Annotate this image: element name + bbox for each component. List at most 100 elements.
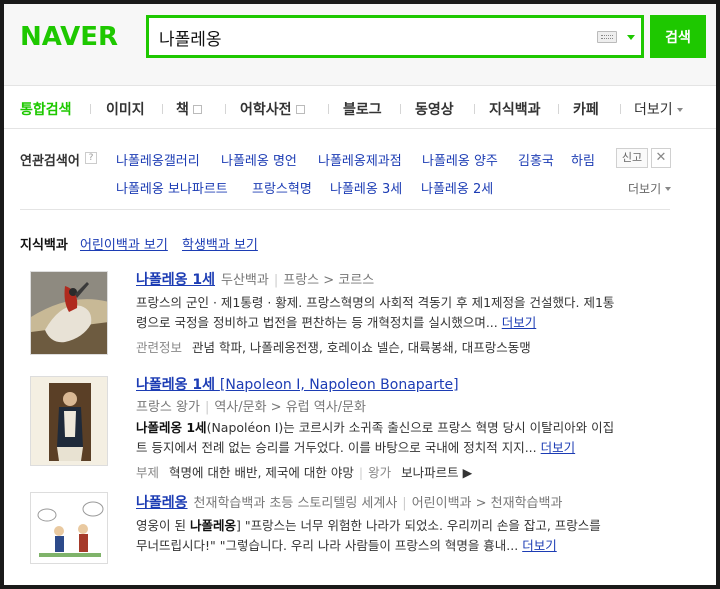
result-more-link[interactable]: 더보기: [502, 315, 537, 330]
result-desc-highlight: 나폴레옹 1세: [136, 420, 207, 435]
tab-divider: [328, 104, 329, 114]
kids-encyclopedia-link[interactable]: 어린이백과 보기: [80, 238, 168, 253]
related-link[interactable]: 하림: [571, 150, 595, 169]
dynasty-label: 왕가: [368, 465, 392, 480]
tab-divider: [400, 104, 401, 114]
result-title-line: 나폴레옹 1세 [Napoleon I, Napoleon Bonaparte]: [136, 374, 459, 394]
result-more-link[interactable]: 더보기: [541, 440, 576, 455]
result-description: 영웅이 된 나폴레옹] "프랑스는 너무 위험한 나라가 되었소. 우리끼리 손…: [136, 516, 666, 556]
tab-more-label: 더보기: [634, 102, 673, 118]
result-related-info: 관련정보 관념 학파, 나폴레옹전쟁, 호레이쇼 넬슨, 대륙봉쇄, 대프랑스동맹: [136, 337, 531, 356]
section-title: 지식백과: [20, 238, 68, 253]
portrait-image: [31, 377, 107, 465]
napoleon-crossing-alps-thumbnail[interactable]: [30, 271, 108, 355]
result-source[interactable]: 프랑스 왕가: [136, 400, 200, 415]
result-desc-line2: 트 등지에서 전례 없는 승리를 거두었다. 이를 바탕으로 국내에 정치적 지…: [136, 440, 537, 455]
result-path[interactable]: 어린이백과 > 천재학습백과: [412, 496, 563, 511]
tab-dictionary-label: 어학사전: [240, 102, 292, 118]
browser-page: NAVER 검색 통합검색 이미지 책 어학사전 블로그 동영상 지식백과 카페…: [4, 4, 716, 585]
result-desc-highlight: 나폴레옹: [189, 518, 236, 533]
related-link[interactable]: 나폴레옹 보나파르트: [116, 178, 228, 197]
subtitle-text[interactable]: 혁명에 대한 배반, 제국에 대한 야망: [169, 465, 354, 480]
subtitle-label: 부제: [136, 465, 160, 480]
keyboard-icon[interactable]: [597, 31, 617, 43]
encyclopedia-result: 나폴레옹 1세 [Napoleon I, Napoleon Bonaparte]…: [20, 374, 670, 481]
tab-divider: [558, 104, 559, 114]
related-link[interactable]: 나폴레옹갤러리: [116, 150, 200, 169]
new-window-icon: [295, 105, 305, 114]
encyclopedia-section-header: 지식백과 어린이백과 보기 학생백과 보기: [20, 234, 268, 253]
result-title-line: 나폴레옹 1세 두산백과 | 프랑스 > 코르스: [136, 269, 374, 289]
result-desc-line1: ] "프랑스는 너무 위험한 나라가 되었소. 우리끼리 손을 잡고, 프랑스를: [235, 518, 601, 533]
result-more-link[interactable]: 더보기: [522, 538, 557, 553]
tab-blog[interactable]: 블로그: [343, 99, 382, 119]
chevron-down-icon: [665, 187, 672, 191]
tab-divider: [225, 104, 226, 114]
result-path[interactable]: 프랑스 > 코르스: [283, 273, 374, 288]
related-link[interactable]: 나폴레옹 2세: [421, 178, 493, 197]
student-encyclopedia-link[interactable]: 학생백과 보기: [182, 238, 258, 253]
related-more-label: 더보기: [628, 182, 662, 196]
result-desc-line1: 프랑스의 군인 · 제1통령 · 황제. 프랑스혁명의 사회적 격동기 후 제1…: [136, 295, 615, 310]
related-link[interactable]: 나폴레옹제과점: [318, 150, 402, 169]
search-tabs: 통합검색 이미지 책 어학사전 블로그 동영상 지식백과 카페 더보기: [4, 87, 716, 129]
related-link[interactable]: 나폴레옹 양주: [422, 150, 498, 169]
result-title-link[interactable]: 나폴레옹 1세: [136, 272, 215, 288]
related-searches: 연관검색어 ? 나폴레옹갤러리 나폴레옹 명언 나폴레옹제과점 나폴레옹 양주 …: [20, 144, 672, 210]
result-title-suffix: [Napoleon I, Napoleon Bonaparte]: [219, 377, 459, 393]
result-desc-line1: (Napoléon I)는 코르시카 소귀족 출신으로 프랑스 혁명 당시 이탈…: [206, 420, 615, 435]
separator: |: [358, 465, 364, 480]
tab-books[interactable]: 책: [176, 99, 202, 119]
result-title-link[interactable]: 나폴레옹 1세 [Napoleon I, Napoleon Bonaparte]: [136, 377, 459, 393]
related-link[interactable]: 프랑스혁명: [252, 178, 312, 197]
related-info-links[interactable]: 관념 학파, 나폴레옹전쟁, 호레이쇼 넬슨, 대륙봉쇄, 대프랑스동맹: [192, 340, 531, 355]
result-title-text: 나폴레옹 1세: [136, 377, 216, 393]
result-title-link[interactable]: 나폴레옹: [136, 495, 188, 511]
cartoon-thumbnail[interactable]: [30, 492, 108, 564]
result-meta-line: 프랑스 왕가 | 역사/문화 > 유럽 역사/문화: [136, 396, 366, 415]
naver-logo[interactable]: NAVER: [20, 22, 118, 52]
help-icon[interactable]: ?: [85, 152, 97, 164]
cartoon-image: [31, 493, 107, 563]
chevron-down-icon: [676, 108, 683, 112]
related-link[interactable]: 나폴레옹 3세: [330, 178, 402, 197]
tab-video[interactable]: 동영상: [415, 99, 454, 119]
encyclopedia-result: 나폴레옹 1세 두산백과 | 프랑스 > 코르스 프랑스의 군인 · 제1통령 · 황…: [20, 269, 670, 361]
header: NAVER 검색: [4, 4, 716, 86]
new-window-icon: [192, 105, 202, 114]
result-desc-line2: 무너뜨립시다!" "그렇습니다. 우리 나라 사람들이 프랑스의 혁명을 흉내.…: [136, 538, 519, 553]
tab-more[interactable]: 더보기: [634, 99, 683, 119]
separator: |: [204, 400, 210, 415]
search-input[interactable]: [159, 25, 579, 49]
result-desc-prefix: 영웅이 된: [136, 518, 190, 533]
result-desc-line2: 령으로 국정을 정비하고 법전을 편찬하는 등 개혁정치를 실시했으며...: [136, 315, 498, 330]
tab-dictionary[interactable]: 어학사전: [240, 99, 305, 119]
result-description: 프랑스의 군인 · 제1통령 · 황제. 프랑스혁명의 사회적 격동기 후 제1…: [136, 293, 666, 333]
report-button[interactable]: 신고: [616, 148, 648, 168]
search-box[interactable]: [146, 15, 644, 58]
tab-divider: [620, 104, 621, 114]
related-link[interactable]: 김홍국: [518, 150, 554, 169]
tab-images[interactable]: 이미지: [106, 99, 145, 119]
painting-image: [31, 272, 107, 354]
search-button[interactable]: 검색: [650, 15, 706, 58]
dynasty-link[interactable]: 보나파르트 ▶: [401, 465, 472, 480]
related-label: 연관검색어: [20, 154, 80, 169]
result-source[interactable]: 천재학습백과 초등 스토리텔링 세계사: [194, 496, 398, 511]
chevron-down-icon[interactable]: [627, 35, 635, 40]
related-info-label: 관련정보: [136, 340, 183, 355]
result-subtitle-info: 부제 혁명에 대한 배반, 제국에 대한 야망 | 왕가 보나파르트 ▶: [136, 462, 472, 481]
separator: |: [273, 273, 279, 288]
napoleon-portrait-thumbnail[interactable]: [30, 376, 108, 466]
tab-divider: [90, 104, 91, 114]
tab-books-label: 책: [176, 102, 189, 118]
close-icon[interactable]: ✕: [651, 148, 671, 168]
related-more-button[interactable]: 더보기: [628, 180, 672, 197]
result-source[interactable]: 두산백과: [221, 273, 269, 288]
tab-integrated[interactable]: 통합검색: [20, 99, 72, 119]
related-link[interactable]: 나폴레옹 명언: [221, 150, 297, 169]
result-path[interactable]: 역사/문화 > 유럽 역사/문화: [214, 400, 366, 415]
tab-cafe[interactable]: 카페: [573, 99, 599, 119]
tab-encyclopedia[interactable]: 지식백과: [489, 99, 541, 119]
tab-divider: [162, 104, 163, 114]
